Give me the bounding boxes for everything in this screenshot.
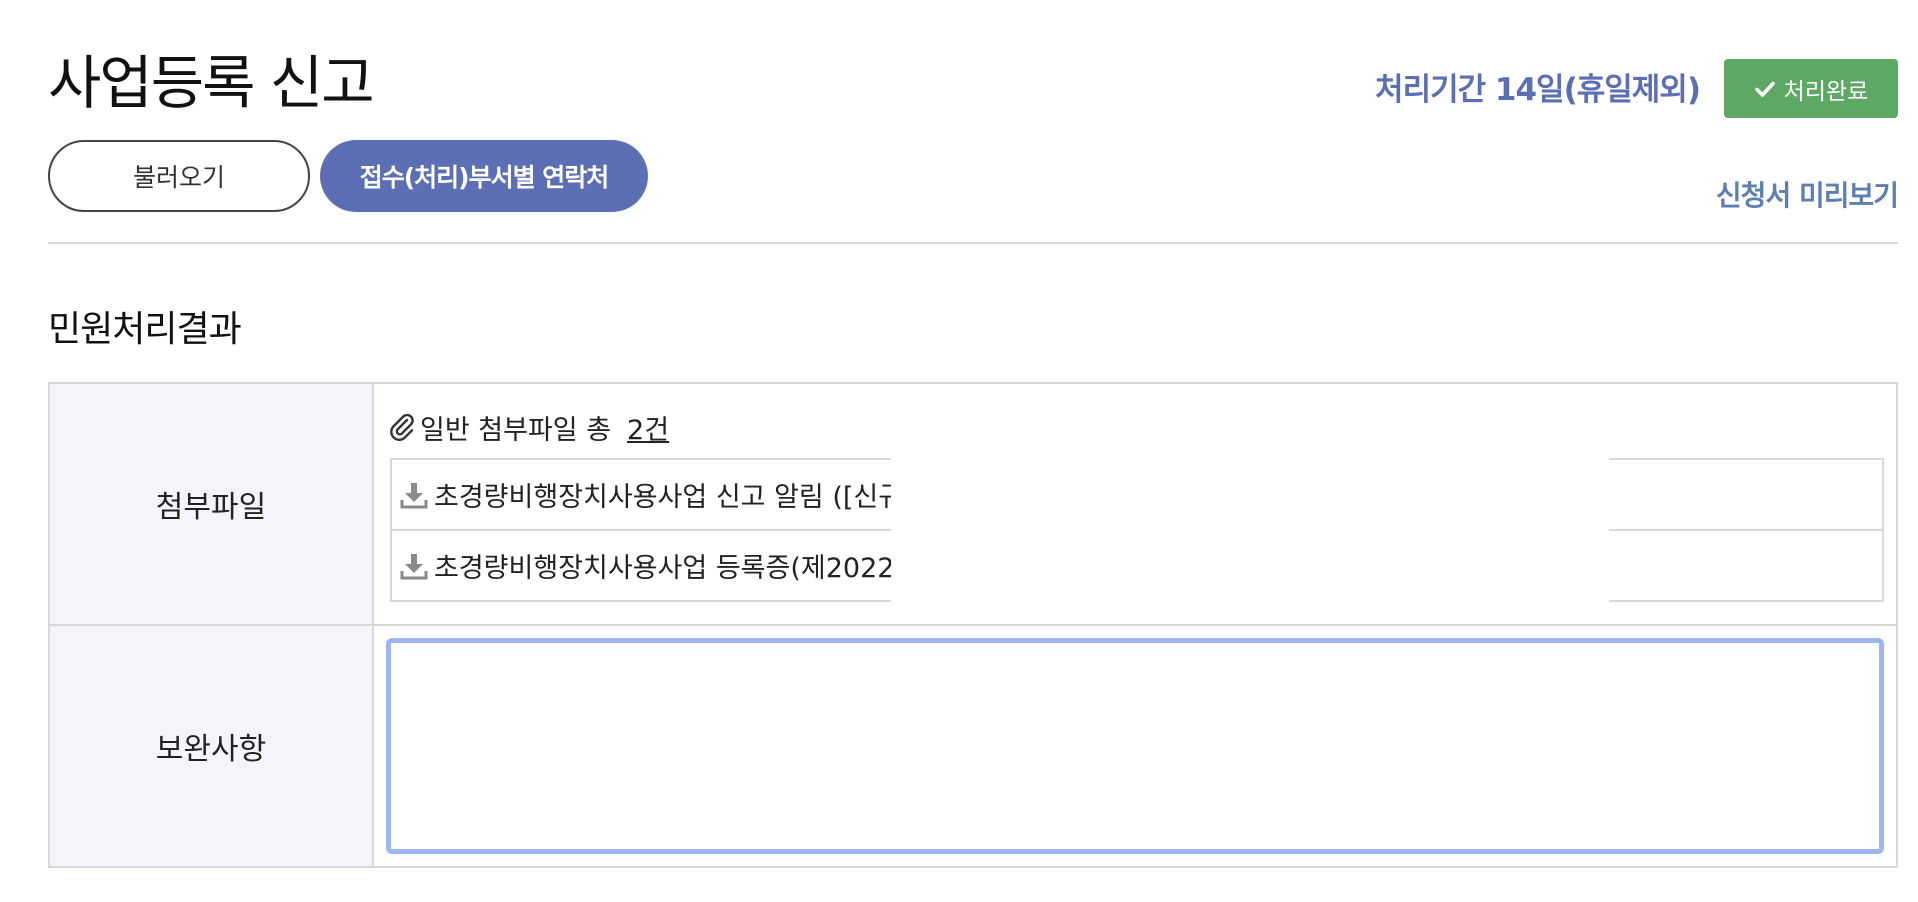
file-row-blank (891, 528, 1609, 603)
page: 사업등록 신고 불러오기 접수(처리)부서별 연락처 처리기간 14일(휴일제외… (0, 0, 1918, 902)
file-name: 초경량비행장치사용사업 신고 알림 ([신규 (434, 482, 894, 513)
download-icon (398, 550, 430, 582)
paperclip-icon (390, 413, 416, 442)
page-title: 사업등록 신고 (48, 49, 375, 117)
page-header: 사업등록 신고 불러오기 접수(처리)부서별 연락처 처리기간 14일(휴일제외… (48, 0, 1899, 244)
result-table: 첨부파일 일반 첨부파일 총 2건 초경량비행장치사용사업 신고 알림 ([신규… (48, 382, 1898, 868)
check-icon (1754, 78, 1776, 100)
attachments-label: 첨부파일 (50, 384, 374, 624)
file-item[interactable]: 초경량비행장치사용사업 신고 알림 ([신규 (392, 457, 1882, 532)
attachments-cell: 일반 첨부파일 총 2건 초경량비행장치사용사업 신고 알림 ([신규 초경량비… (374, 384, 1896, 624)
supplement-cell (374, 626, 1896, 866)
file-list: 초경량비행장치사용사업 신고 알림 ([신규 초경량비행장치사용사업 등록증(제… (390, 457, 1884, 603)
processing-period: 처리기간 14일(휴일제외) (1375, 72, 1701, 108)
file-item[interactable]: 초경량비행장치사용사업 등록증(제2022- (392, 528, 1882, 603)
completed-status-button[interactable]: 처리완료 (1724, 59, 1898, 118)
supplement-label: 보완사항 (50, 626, 374, 866)
supplement-row: 보완사항 (50, 624, 1896, 866)
application-preview-link[interactable]: 신청서 미리보기 (1716, 174, 1899, 214)
file-name: 초경량비행장치사용사업 등록증(제2022- (434, 553, 894, 584)
attachments-summary: 일반 첨부파일 총 2건 (390, 408, 669, 447)
attachments-summary-label: 일반 첨부파일 총 (420, 415, 612, 446)
load-button[interactable]: 불러오기 (48, 140, 310, 212)
supplement-textarea[interactable] (386, 638, 1884, 854)
download-icon (398, 479, 430, 511)
attachments-count[interactable]: 2건 (627, 408, 669, 447)
section-title: 민원처리결과 (48, 309, 242, 350)
file-row-blank (891, 457, 1609, 532)
completed-status-label: 처리완료 (1783, 78, 1869, 105)
attachments-row: 첨부파일 일반 첨부파일 총 2건 초경량비행장치사용사업 신고 알림 ([신규… (50, 384, 1896, 624)
department-contacts-button[interactable]: 접수(처리)부서별 연락처 (320, 140, 648, 212)
